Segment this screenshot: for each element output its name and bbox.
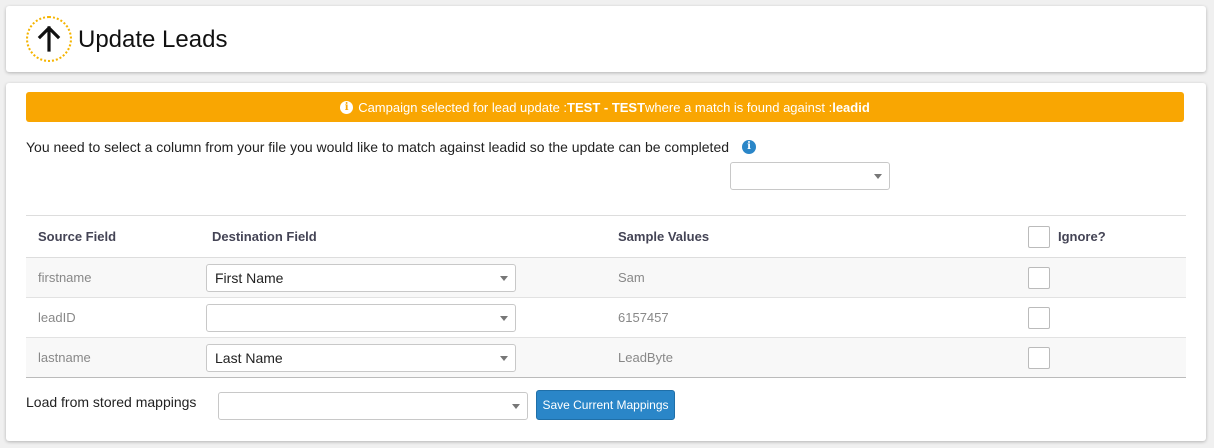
- chevron-down-icon: [500, 275, 508, 281]
- page-title: Update Leads: [78, 26, 228, 53]
- source-field: leadID: [26, 297, 200, 338]
- ignore-checkbox[interactable]: [1028, 266, 1050, 289]
- campaign-alert: i Campaign selected for lead update : TE…: [26, 92, 1184, 122]
- destination-value: First Name: [215, 269, 284, 286]
- info-icon: i: [340, 100, 354, 114]
- info-icon[interactable]: i: [742, 140, 756, 154]
- col-ignore: Ignore?: [1016, 215, 1186, 258]
- col-destination-field: Destination Field: [200, 215, 606, 258]
- destination-value: Last Name: [215, 349, 283, 366]
- chevron-down-icon: [500, 315, 508, 321]
- save-mappings-button[interactable]: Save Current Mappings: [536, 390, 675, 420]
- page-header: Update Leads: [6, 6, 1206, 72]
- col-sample-values: Sample Values: [606, 215, 1016, 258]
- alert-match-field: leadid: [832, 99, 870, 115]
- alert-middle: where a match is found against :: [645, 99, 833, 115]
- match-instruction: You need to select a column from your fi…: [26, 139, 730, 155]
- col-source-field: Source Field: [26, 215, 200, 258]
- main-panel: i Campaign selected for lead update : TE…: [6, 83, 1206, 441]
- sample-value: 6157457: [606, 297, 1016, 338]
- chevron-down-icon: [500, 355, 508, 361]
- ignore-checkbox[interactable]: [1028, 306, 1050, 329]
- arrow-up-icon: [26, 16, 72, 62]
- sample-value: LeadByte: [606, 337, 1016, 378]
- chevron-down-icon: [874, 174, 882, 179]
- stored-mappings-select[interactable]: [218, 392, 528, 420]
- table-row: leadID 6157457: [26, 297, 1186, 338]
- alert-prefix: Campaign selected for lead update :: [358, 99, 568, 115]
- table-row: firstname First Name Sam: [26, 257, 1186, 298]
- ignore-label: Ignore?: [1058, 229, 1106, 244]
- destination-select[interactable]: Last Name: [206, 343, 516, 372]
- match-column-select[interactable]: [730, 162, 890, 190]
- stored-mappings-label: Load from stored mappings: [26, 394, 197, 410]
- field-mapping-table: Source Field Destination Field Sample Va…: [26, 215, 1186, 378]
- alert-campaign: TEST - TEST: [567, 99, 646, 115]
- destination-select[interactable]: [206, 303, 516, 332]
- destination-select[interactable]: First Name: [206, 263, 516, 292]
- source-field: firstname: [26, 257, 200, 298]
- sample-value: Sam: [606, 257, 1016, 298]
- chevron-down-icon: [512, 404, 520, 409]
- ignore-checkbox[interactable]: [1028, 346, 1050, 369]
- source-field: lastname: [26, 337, 200, 378]
- table-row: lastname Last Name LeadByte: [26, 337, 1186, 378]
- ignore-all-checkbox[interactable]: [1028, 225, 1050, 248]
